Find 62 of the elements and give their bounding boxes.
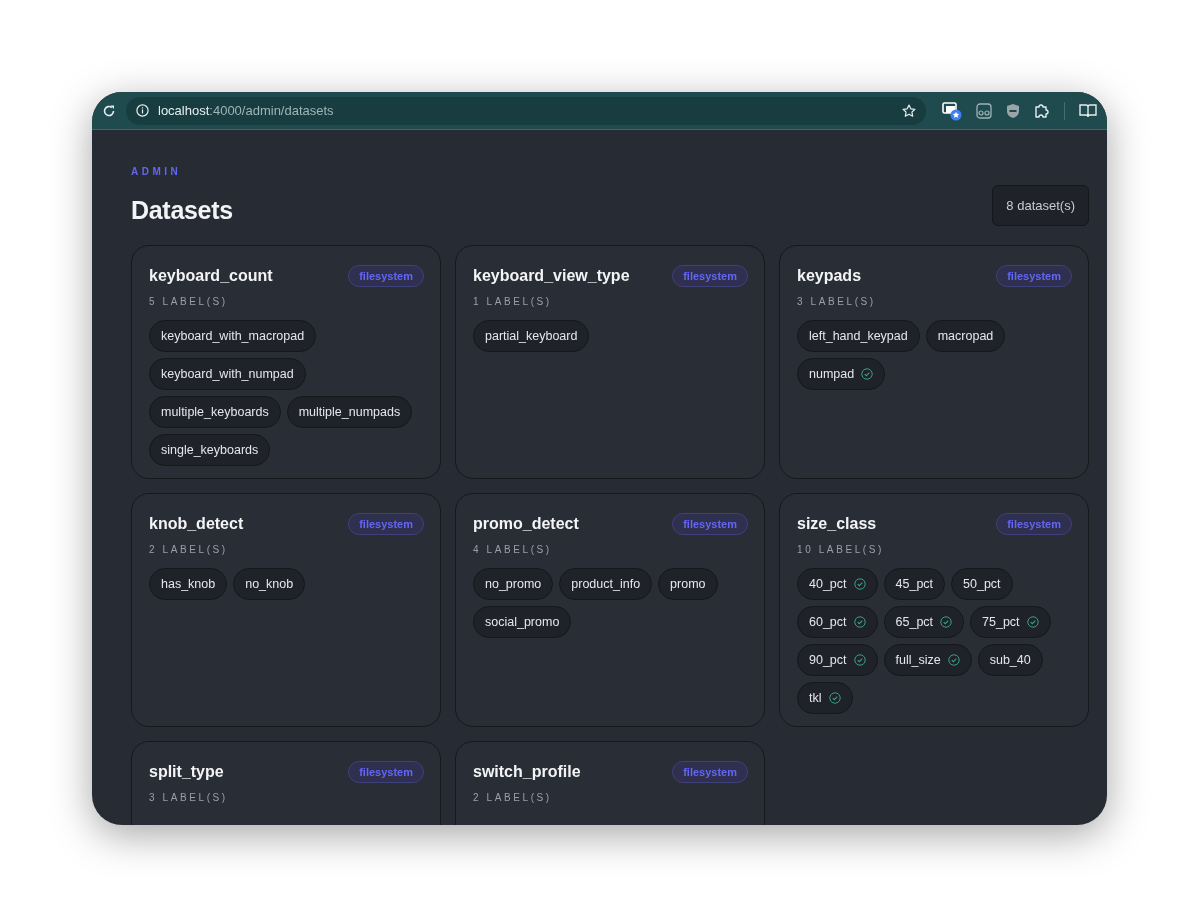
label-chip: partial_keyboard [473,320,590,352]
dataset-name: knob_detect [149,515,244,533]
dataset-name: switch_profile [473,763,581,781]
info-icon[interactable] [136,104,149,117]
label-chip: single_keyboards [149,434,271,466]
source-tag: filesystem [348,761,424,783]
source-tag: filesystem [996,513,1072,535]
label-count: 4 LABEL(S) [473,544,553,555]
label-count: 5 LABEL(S) [149,296,229,307]
label-chip: sub_40 [977,644,1043,676]
star-icon[interactable] [902,103,916,118]
label-count: 3 LABEL(S) [797,296,877,307]
source-tag: filesystem [672,513,748,535]
dataset-name: size_class [797,515,877,533]
source-tag: filesystem [996,265,1072,287]
label-chip: 90_pct [797,644,878,676]
reader-icon[interactable] [1079,103,1097,118]
label-chip: social_promo [473,606,572,638]
label-chip: tkl [797,682,853,714]
label-chip: 40_pct [797,568,878,600]
label-chip: no_knob [233,568,306,600]
label-chip: 45_pct [883,568,946,600]
label-chip: 50_pct [951,568,1013,600]
reload-icon[interactable] [102,103,116,118]
dataset-name: keypads [797,267,862,285]
label-chip: multiple_keyboards [149,396,281,428]
label-chip: keyboard_with_macropad [149,320,317,352]
label-count: 2 LABEL(S) [473,792,553,803]
label-count: 3 LABEL(S) [149,792,229,803]
url-text: localhost:4000/admin/datasets [158,103,334,118]
source-tag: filesystem [672,761,748,783]
source-tag: filesystem [348,265,424,287]
source-tag: filesystem [348,513,424,535]
dataset-name: keyboard_view_type [473,267,630,285]
shield-icon[interactable] [1006,102,1020,119]
label-chip: 65_pct [883,606,965,638]
section-eyebrow: ADMIN [131,166,183,177]
dataset-name: promo_detect [473,515,579,533]
label-chip: no_promo [473,568,554,600]
puzzle-icon[interactable] [1034,102,1050,119]
label-count: 1 LABEL(S) [473,296,553,307]
screens-star-icon[interactable] [942,100,962,121]
label-chip: full_size [883,644,972,676]
dataset-name: keyboard_count [149,267,273,285]
source-tag: filesystem [672,265,748,287]
dataset-count-badge: 8 dataset(s) [992,185,1089,226]
label-chip: 60_pct [797,606,878,638]
dataset-name: split_type [149,763,224,781]
label-chip: product_info [559,568,653,600]
label-chip: macropad [925,320,1006,352]
label-count: 2 LABEL(S) [149,544,229,555]
label-chip: 75_pct [970,606,1051,638]
label-chip: left_hand_keypad [797,320,920,352]
label-chip: has_knob [149,568,228,600]
label-chip: promo [658,568,718,600]
label-chip: keyboard_with_numpad [149,358,306,390]
page-title: Datasets [131,196,233,225]
label-count: 10 LABEL(S) [797,544,885,555]
glasses-icon[interactable] [976,102,992,119]
label-chip: numpad [797,358,886,390]
label-chip: multiple_numpads [286,396,413,428]
address-bar[interactable]: localhost:4000/admin/datasets [126,96,926,125]
